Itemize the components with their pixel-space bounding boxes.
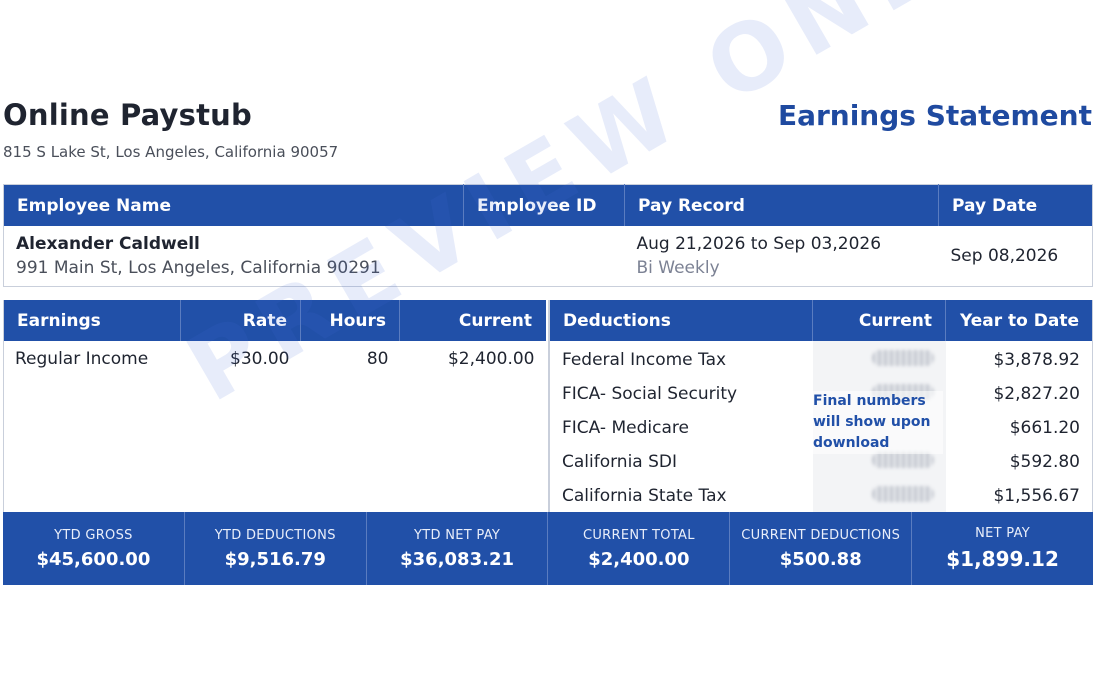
earning-hours: 80 [366,349,389,369]
employee-table: Employee Name Employee ID Pay Record Pay… [3,184,1093,287]
ytd-net-pay-label: YTD NET PAY [413,527,501,543]
blurred-amount [871,485,934,502]
earnings-header: Earnings Rate Hours Current [3,300,546,341]
deduction-label: FICA- Medicare [562,418,689,438]
deduction-ytd: $592.80 [1009,452,1080,472]
deductions-ytd-header: Year to Date [959,310,1079,331]
table-row: California State Tax $1,556.67 [549,479,1093,513]
employee-id-value [464,226,625,287]
pay-date-value: Sep 08,2026 [950,246,1059,266]
employee-row: Alexander Caldwell 991 Main St, Los Ange… [4,226,1093,287]
pay-frequency: Bi Weekly [636,258,720,278]
deduction-current [812,479,946,513]
hours-header: Hours [300,300,400,341]
employee-name-header: Employee Name [3,184,464,226]
current-deductions-value: $500.88 [779,548,862,570]
deductions-current-header: Current [812,300,946,341]
deduction-ytd: $3,878.92 [993,350,1080,370]
net-pay-value: $1,899.12 [946,547,1059,571]
ytd-deductions-label: YTD DEDUCTIONS [214,527,336,543]
employee-name: Alexander Caldwell [16,234,200,254]
deduction-label: Federal Income Tax [562,350,727,370]
deduction-ytd: $1,556.67 [993,486,1080,506]
company-name: Online Paystub [3,98,252,132]
current-deductions-cell: CURRENT DEDUCTIONS $500.88 [730,512,913,585]
ytd-net-pay-cell: YTD NET PAY $36,083.21 [367,512,549,585]
current-total-value: $2,400.00 [588,548,690,570]
deduction-current [812,341,946,377]
employee-address: 991 Main St, Los Angeles, California 902… [16,258,381,278]
employee-cell: Alexander Caldwell 991 Main St, Los Ange… [4,226,464,287]
totals-bar: YTD GROSS $45,600.00 YTD DEDUCTIONS $9,5… [3,512,1093,585]
pay-period: Aug 21,2026 to Sep 03,2026 [636,234,882,254]
deduction-label: FICA- Social Security [562,384,738,404]
rate-header: Rate [180,300,301,341]
earning-rate: $30.00 [230,349,290,369]
statement-title: Earnings Statement [777,99,1092,132]
ytd-net-pay-value: $36,083.21 [400,548,514,570]
net-pay-label: NET PAY [975,526,1031,541]
deduction-label: California SDI [562,452,678,472]
net-pay-cell: NET PAY $1,899.12 [912,512,1093,585]
earnings-table: Earnings Rate Hours Current Regular Inco… [3,300,546,512]
deductions-header-label: Deductions [549,300,813,341]
blurred-amount [871,349,934,366]
pay-record-header: Pay Record [624,184,939,226]
pay-record-cell: Aug 21,2026 to Sep 03,2026 Bi Weekly [625,226,939,287]
ytd-deductions-value: $9,516.79 [224,548,326,570]
paystub-page: Online Paystub 815 S Lake St, Los Angele… [0,0,1100,687]
current-total-label: CURRENT TOTAL [582,527,695,543]
table-row: Federal Income Tax $3,878.92 [549,341,1093,377]
employee-table-header: Employee Name Employee ID Pay Record Pay… [3,184,1093,226]
deductions-header: Deductions Current Year to Date [549,300,1093,341]
ytd-gross-label: YTD GROSS [54,527,133,543]
ytd-gross-value: $45,600.00 [36,548,151,570]
earning-current: $2,400.00 [447,349,535,369]
deduction-ytd: $2,827.20 [993,384,1080,404]
employee-id-header: Employee ID [463,184,625,226]
earnings-current-header: Current [458,310,532,331]
pay-date-header: Pay Date [952,195,1038,216]
ytd-gross-cell: YTD GROSS $45,600.00 [3,512,185,585]
earnings-header-label: Earnings [3,300,181,341]
current-total-cell: CURRENT TOTAL $2,400.00 [548,512,731,585]
deduction-ytd: $661.20 [1009,418,1080,438]
earning-label: Regular Income [15,349,149,369]
company-address: 815 S Lake St, Los Angeles, California 9… [3,143,339,161]
current-deductions-label: CURRENT DEDUCTIONS [741,527,901,543]
download-notice: Final numbers will show upon download [813,391,943,454]
deduction-label: California State Tax [562,486,727,506]
ytd-deductions-cell: YTD DEDUCTIONS $9,516.79 [185,512,367,585]
table-row: Regular Income $30.00 80 $2,400.00 [4,341,546,512]
